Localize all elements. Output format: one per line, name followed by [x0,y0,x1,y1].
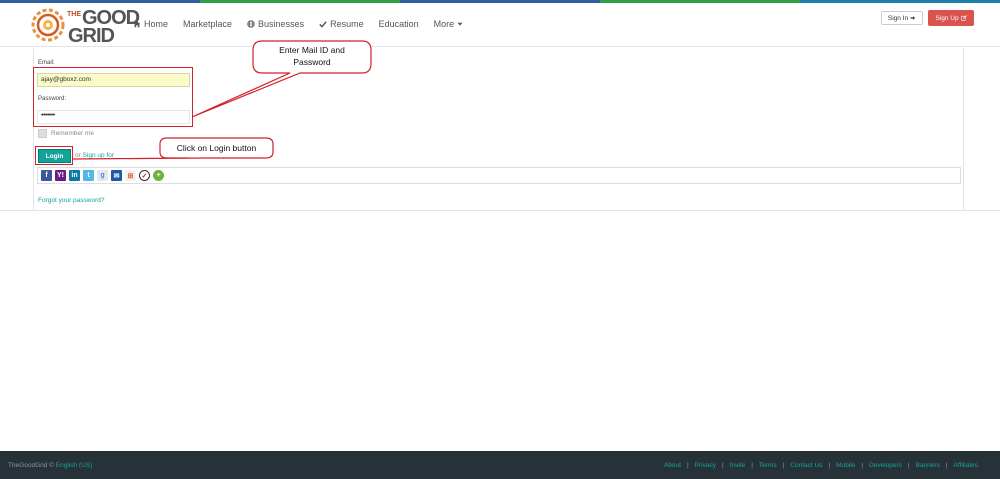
callout-credentials-line-1: Enter Mail ID and [279,45,345,55]
nav-home-label: Home [144,19,169,29]
sign-up-button[interactable]: Sign Up [928,10,974,26]
footer-separator: | [907,462,910,469]
divider [964,210,1000,211]
nav-resume[interactable]: Resume [319,19,364,29]
outlook-icon[interactable]: ✉ [111,170,122,181]
nav-businesses[interactable]: Businesses [247,19,304,29]
social-login-bar: f Y! in t g ✉ ⊞ ✓ + [37,167,961,184]
nav-resume-label: Resume [330,19,364,29]
twitter-icon[interactable]: t [83,170,94,181]
sign-in-label: Sign In [887,14,909,22]
signup-link[interactable]: Sign up for [83,152,114,159]
footer-links: About | Privacy | Invite | Terms | Contact U… [664,462,978,469]
footer-link-privacy[interactable]: Privacy [695,462,716,469]
footer-separator: | [751,462,753,469]
brand-grid: GRID [68,25,115,47]
sign-in-button[interactable]: Sign In [881,11,923,25]
footer-separator: | [782,462,785,469]
callout-credentials-text: Enter Mail ID and Password [254,44,370,68]
site-footer: TheGoodGrid © English (US) About | Privac… [0,451,1000,479]
footer-separator: | [861,462,864,469]
sign-in-icon [910,16,916,20]
footer-separator: | [686,462,689,469]
caret-down-icon [457,22,463,26]
footer-link-banners[interactable]: Banners [916,462,940,469]
nav-education-label: Education [378,19,419,29]
divider [0,210,34,211]
nav-more-label: More [433,19,455,29]
footer-separator: | [945,462,948,469]
footer-link-about[interactable]: About [664,462,681,469]
add-more-icon[interactable]: + [153,170,164,181]
checkmark-icon [319,21,327,28]
remember-me[interactable]: Remember me [38,129,94,138]
footer-separator: | [828,462,831,469]
footer-link-terms[interactable]: Terms [759,462,777,469]
annotation-highlight-credentials [33,67,193,127]
signup-prompt: or Sign up for [75,152,114,159]
site-logo[interactable]: THE GOOD GRID [30,7,140,47]
email-label: Email: [38,60,55,66]
yahoo-icon[interactable]: Y! [55,170,66,181]
facebook-icon[interactable]: f [41,170,52,181]
windows-live-icon[interactable]: ⊞ [125,170,136,181]
gear-logo-icon [31,8,65,42]
footer-link-mobile[interactable]: Mobile [836,462,855,469]
footer-separator: | [721,462,724,469]
google-icon[interactable]: g [97,170,108,181]
linkedin-icon[interactable]: in [69,170,80,181]
copyright-text: TheGoodGrid © [8,462,54,469]
footer-link-developers[interactable]: Developers [869,462,902,469]
footer-link-invite[interactable]: Invite [730,462,746,469]
globe-icon [247,20,255,28]
callout-credentials-line-2: Password [293,57,331,67]
footer-copyright: TheGoodGrid © English (US) [8,462,92,469]
or-label: or [75,152,81,159]
site-header: THE GOOD GRID Home Marketplace Businesse… [0,3,1000,47]
footer-link-contact[interactable]: Contact Us [790,462,822,469]
nav-marketplace-label: Marketplace [183,19,233,29]
nav-education[interactable]: Education [379,19,419,29]
nav-marketplace[interactable]: Marketplace [183,19,232,29]
verisign-icon[interactable]: ✓ [139,170,150,181]
home-icon [133,21,141,28]
nav-home[interactable]: Home [133,19,168,29]
nav-more-dropdown[interactable]: More [434,19,464,29]
remember-me-label: Remember me [51,130,94,137]
callout-login-text: Click on Login button [176,143,257,153]
annotation-highlight-login [35,146,73,165]
brand-the: THE [67,11,81,18]
language-selector[interactable]: English (US) [56,462,92,469]
footer-link-affiliates[interactable]: Affiliates [954,462,978,469]
nav-businesses-label: Businesses [258,19,305,29]
remember-me-checkbox[interactable] [38,129,47,138]
sign-up-label: Sign Up [935,14,959,22]
forgot-password-link[interactable]: Forgot your password? [38,197,104,204]
main-nav: Home Marketplace Businesses Resume Educa… [133,19,478,29]
edit-icon [960,15,967,21]
